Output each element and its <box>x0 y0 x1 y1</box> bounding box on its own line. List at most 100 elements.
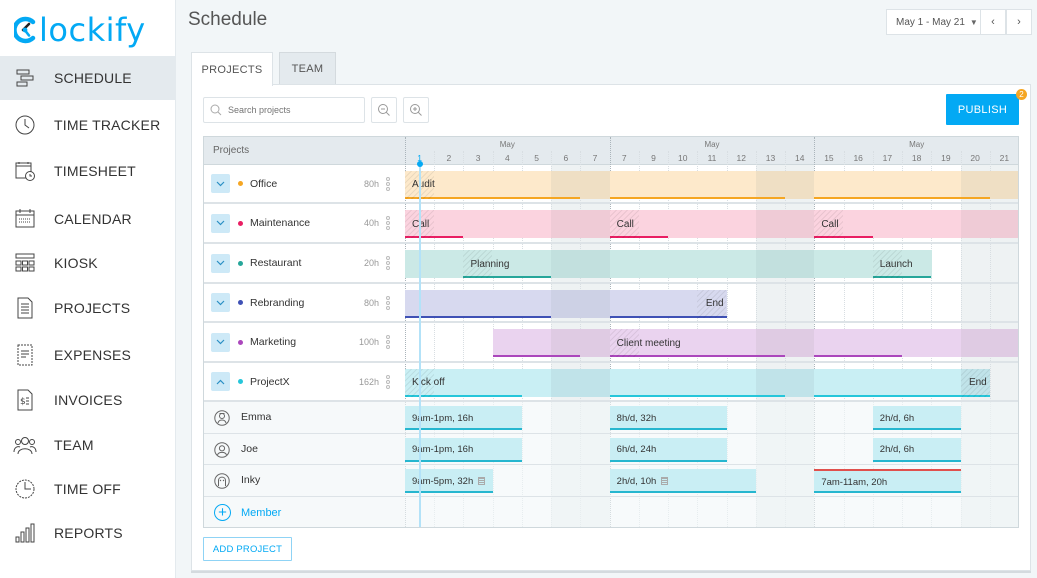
project-bar-cell[interactable] <box>755 210 786 238</box>
project-bar-cell[interactable] <box>551 368 581 397</box>
search-box[interactable] <box>203 97 365 123</box>
project-bar-cell[interactable] <box>609 368 640 397</box>
project-bar-cell[interactable] <box>609 289 640 318</box>
expand-toggle[interactable] <box>211 293 230 312</box>
project-bar-cell[interactable] <box>843 368 874 397</box>
project-name[interactable]: Restaurant <box>250 257 301 269</box>
project-bar-cell[interactable] <box>931 329 962 357</box>
assignment-block[interactable]: 7am-11am, 20h <box>814 469 961 493</box>
milestone-label[interactable]: End <box>657 290 726 318</box>
project-bar-cell[interactable] <box>697 170 728 199</box>
assignment-block[interactable]: 2h/d, 6h <box>872 437 961 462</box>
publish-button[interactable]: PUBLISH <box>946 94 1019 125</box>
project-bar-cell[interactable] <box>755 170 786 199</box>
sidebar-item-projects[interactable]: PROJECTS <box>0 286 176 330</box>
project-bar-cell[interactable] <box>492 329 523 357</box>
expand-toggle[interactable] <box>211 253 230 273</box>
collapse-toggle[interactable] <box>211 372 230 391</box>
project-bar-cell[interactable] <box>726 329 757 357</box>
project-bar-cell[interactable] <box>668 250 698 278</box>
expand-toggle[interactable] <box>211 213 230 233</box>
assignment-block[interactable]: 9am-1pm, 16h <box>405 406 522 430</box>
project-bar-cell[interactable] <box>872 170 903 199</box>
project-bar-cell[interactable] <box>638 250 669 278</box>
project-bar-cell[interactable] <box>902 170 932 199</box>
project-bar-cell[interactable] <box>843 250 874 278</box>
project-bar-cell[interactable] <box>785 329 815 357</box>
project-bar-cell[interactable] <box>872 368 903 397</box>
sidebar-item-calendar[interactable]: CALENDAR <box>0 197 176 241</box>
date-range-picker[interactable]: May 1 - May 21 ▼ <box>886 9 981 35</box>
project-bar-cell[interactable] <box>814 329 845 357</box>
prev-period-button[interactable]: ‹ <box>980 9 1006 35</box>
project-bar-cell[interactable] <box>551 250 581 278</box>
project-bar-cell[interactable] <box>580 250 611 278</box>
member-name[interactable]: Joe <box>241 443 258 455</box>
project-bar-cell[interactable] <box>960 210 991 238</box>
project-bar-cell[interactable] <box>814 250 845 278</box>
sidebar-item-expenses[interactable]: EXPENSES <box>0 333 176 377</box>
project-bar-cell[interactable] <box>551 210 581 238</box>
sidebar-item-invoices[interactable]: $ INVOICES <box>0 378 176 422</box>
project-bar-cell[interactable] <box>785 170 815 199</box>
project-bar-cell[interactable] <box>726 210 757 238</box>
project-bar-cell[interactable] <box>492 368 523 397</box>
project-bar-cell[interactable] <box>872 210 903 238</box>
sidebar-item-time-off[interactable]: TIME OFF <box>0 467 176 511</box>
sidebar-item-reports[interactable]: REPORTS <box>0 511 176 555</box>
project-bar-cell[interactable] <box>726 250 757 278</box>
project-bar-cell[interactable] <box>638 368 669 397</box>
expand-toggle[interactable] <box>211 174 230 193</box>
project-bar-cell[interactable] <box>785 250 815 278</box>
project-bar-cell[interactable] <box>434 289 464 318</box>
project-bar-cell[interactable] <box>609 170 640 199</box>
project-bar-cell[interactable] <box>843 210 874 238</box>
project-bar-cell[interactable] <box>989 210 1018 238</box>
more-options-icon[interactable] <box>386 176 392 191</box>
project-bar-cell[interactable] <box>785 210 815 238</box>
project-bar-cell[interactable] <box>463 368 494 397</box>
project-bar-cell[interactable] <box>902 329 932 357</box>
project-bar-cell[interactable] <box>551 329 581 357</box>
milestone-label[interactable]: Launch <box>873 250 913 278</box>
project-bar-cell[interactable] <box>492 170 523 199</box>
project-bar-cell[interactable] <box>755 368 786 397</box>
project-bar-cell[interactable] <box>989 170 1018 199</box>
project-bar-cell[interactable] <box>843 170 874 199</box>
project-bar-cell[interactable] <box>638 170 669 199</box>
project-bar-cell[interactable] <box>434 210 464 238</box>
sidebar-item-schedule[interactable]: SCHEDULE <box>0 56 176 100</box>
project-bar-cell[interactable] <box>755 250 786 278</box>
project-name[interactable]: Maintenance <box>250 217 310 229</box>
logo[interactable]: lockify <box>14 10 146 50</box>
next-period-button[interactable]: › <box>1006 9 1032 35</box>
milestone-label[interactable]: End <box>921 369 990 397</box>
milestone-label[interactable]: Call <box>814 210 838 238</box>
project-bar-cell[interactable] <box>609 250 640 278</box>
project-bar-cell[interactable] <box>580 368 611 397</box>
project-bar-cell[interactable] <box>697 210 728 238</box>
project-bar-cell[interactable] <box>521 210 552 238</box>
milestone-label[interactable]: Client meeting <box>610 329 681 357</box>
project-bar-cell[interactable] <box>872 329 903 357</box>
project-bar-cell[interactable] <box>697 368 728 397</box>
project-bar-cell[interactable] <box>697 329 728 357</box>
project-bar-cell[interactable] <box>931 170 962 199</box>
project-bar-cell[interactable] <box>902 210 932 238</box>
project-bar-cell[interactable] <box>697 250 728 278</box>
project-bar-cell[interactable] <box>463 289 494 318</box>
project-bar-cell[interactable] <box>463 210 494 238</box>
project-name[interactable]: Rebranding <box>250 297 304 309</box>
project-bar-cell[interactable] <box>785 368 815 397</box>
project-bar-cell[interactable] <box>814 368 845 397</box>
project-bar-cell[interactable] <box>580 210 611 238</box>
project-bar-cell[interactable] <box>726 170 757 199</box>
milestone-label[interactable]: Kick off <box>405 369 445 397</box>
project-bar-cell[interactable] <box>960 329 991 357</box>
project-name[interactable]: Office <box>250 178 277 190</box>
sidebar-item-timesheet[interactable]: TIMESHEET <box>0 149 176 193</box>
project-bar-cell[interactable] <box>521 250 552 278</box>
project-bar-cell[interactable] <box>843 329 874 357</box>
search-input[interactable] <box>228 105 358 115</box>
assignment-block[interactable]: 6h/d, 24h <box>609 437 727 462</box>
